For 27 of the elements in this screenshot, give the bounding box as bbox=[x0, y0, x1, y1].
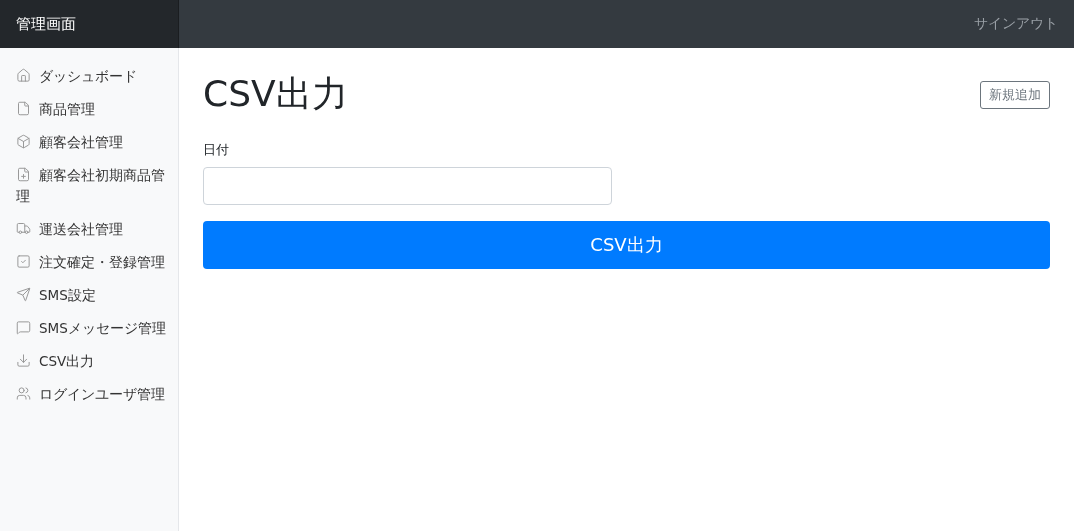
sidebar-item[interactable]: 顧客会社初期商品管理 bbox=[0, 161, 178, 215]
users-icon bbox=[16, 386, 31, 401]
sidebar-item[interactable]: CSV出力 bbox=[0, 347, 178, 380]
file-plus-icon bbox=[16, 167, 31, 182]
brand[interactable]: 管理画面 bbox=[0, 0, 179, 48]
field-label: 日付 bbox=[203, 141, 230, 159]
sign-out-link[interactable]: サインアウト bbox=[974, 15, 1074, 33]
box-icon bbox=[16, 134, 31, 149]
sidebar-item[interactable]: 運送会社管理 bbox=[0, 215, 178, 248]
page-title: CSV出力 bbox=[203, 72, 348, 116]
checkbox-icon bbox=[16, 254, 31, 269]
truck-icon bbox=[16, 221, 31, 236]
send-icon bbox=[16, 287, 31, 302]
house-icon bbox=[16, 68, 31, 83]
sidebar-item[interactable]: 商品管理 bbox=[0, 95, 178, 128]
sidebar-item[interactable]: 注文確定・登録管理 bbox=[0, 248, 178, 281]
sidebar-item[interactable]: SMS設定 bbox=[0, 281, 178, 314]
date-field[interactable] bbox=[203, 167, 612, 205]
sidebar-item[interactable]: ダッシュボード bbox=[0, 62, 178, 95]
chat-bubble-icon bbox=[16, 320, 31, 335]
download-icon bbox=[16, 353, 31, 368]
sidebar-item[interactable]: SMSメッセージ管理 bbox=[0, 314, 178, 347]
file-icon bbox=[16, 101, 31, 116]
sidebar-item[interactable]: 顧客会社管理 bbox=[0, 128, 178, 161]
csv-export-button[interactable]: CSV出力 bbox=[203, 221, 1050, 269]
sidebar-item[interactable]: ログインユーザ管理 bbox=[0, 380, 178, 413]
add-button[interactable]: 新規追加 bbox=[980, 80, 1050, 109]
